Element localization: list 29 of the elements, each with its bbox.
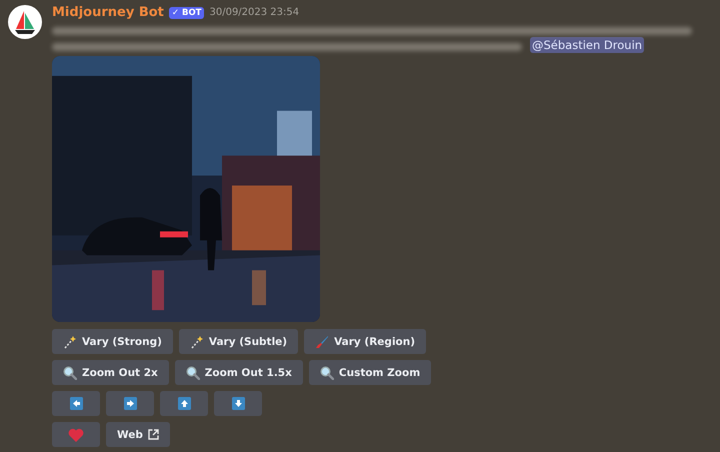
up-arrow-icon [178, 397, 190, 410]
up-button[interactable] [160, 391, 208, 416]
timestamp: 30/09/2023 23:54 [209, 7, 300, 18]
down-arrow-icon [232, 397, 244, 410]
left-button[interactable] [52, 391, 100, 416]
user-mention[interactable]: @Sébastien Drouin [530, 36, 644, 53]
right-arrow-icon [124, 397, 136, 410]
action-button[interactable]: Vary (Region) [304, 329, 426, 354]
search-icon [320, 366, 334, 380]
search-icon [186, 366, 200, 380]
action-button[interactable]: Web [106, 422, 170, 447]
action-button[interactable]: Vary (Strong) [52, 329, 173, 354]
action-button[interactable]: Custom Zoom [308, 360, 432, 385]
magic-wand-icon [63, 334, 77, 348]
external-link-icon [148, 429, 159, 440]
avatar[interactable] [8, 5, 42, 39]
left-arrow-icon [70, 397, 82, 410]
search-icon [63, 366, 77, 380]
heart-button[interactable] [52, 422, 100, 447]
right-button[interactable] [106, 391, 154, 416]
action-button[interactable]: Zoom Out 1.5x [174, 360, 303, 385]
magic-wand-icon [190, 334, 204, 348]
down-button[interactable] [214, 391, 262, 416]
action-button[interactable]: Vary (Subtle) [178, 329, 298, 354]
action-button[interactable]: Zoom Out 2x [52, 360, 169, 385]
bot-tag: ✓ BOT [168, 6, 204, 19]
heart-icon [68, 428, 84, 442]
author-name[interactable]: Midjourney Bot [52, 5, 164, 20]
paintbrush-icon [315, 334, 330, 348]
